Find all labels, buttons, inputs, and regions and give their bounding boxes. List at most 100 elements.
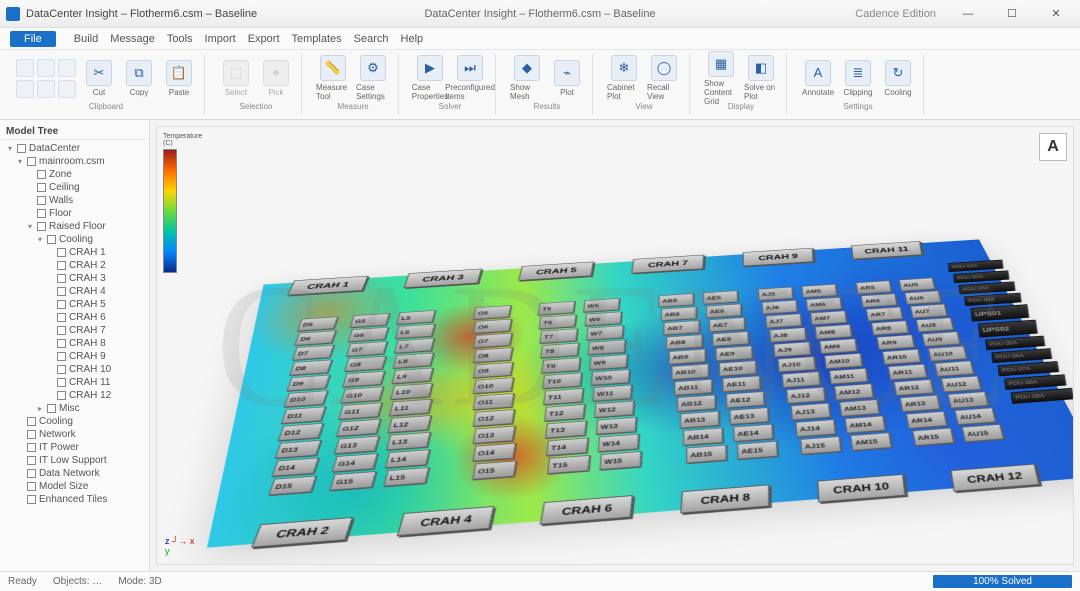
rack-unit[interactable]: D11 <box>281 406 326 423</box>
rack-unit[interactable]: D7 <box>292 345 335 361</box>
tree-checkbox[interactable] <box>27 430 36 439</box>
rack-unit[interactable]: AM5 <box>801 284 837 298</box>
rack-unit[interactable]: G5 <box>349 313 390 328</box>
rack-unit[interactable]: AE15 <box>737 441 778 460</box>
rack-unit[interactable]: AB14 <box>683 428 723 446</box>
rack-unit[interactable]: G10 <box>340 386 384 403</box>
tree-node[interactable]: ▾mainroom.csm <box>6 155 147 168</box>
rack-unit[interactable]: W6 <box>585 312 622 327</box>
rack-unit[interactable]: AE8 <box>712 331 749 346</box>
rack-unit[interactable]: L7 <box>394 338 435 353</box>
rack-unit[interactable]: W11 <box>592 385 632 402</box>
rack-unit[interactable]: AB9 <box>668 349 705 365</box>
tree-node[interactable]: CRAH 3 <box>6 272 147 285</box>
rack-unit[interactable]: AB8 <box>666 334 703 349</box>
rack-unit[interactable]: AU12 <box>941 376 982 393</box>
tree-node[interactable]: CRAH 6 <box>6 311 147 324</box>
rack-unit[interactable]: D8 <box>289 360 332 376</box>
tree-node[interactable]: Ceiling <box>6 181 147 194</box>
pdu-unit[interactable]: PDU 02A <box>953 270 1009 283</box>
tree-checkbox[interactable] <box>27 469 36 478</box>
tree-node[interactable]: ▾DataCenter <box>6 142 147 155</box>
rack-unit[interactable]: G8 <box>344 356 386 372</box>
tree-checkbox[interactable] <box>57 378 66 387</box>
tree-node[interactable]: Zone <box>6 168 147 181</box>
rack-unit[interactable]: AR8 <box>871 320 909 335</box>
tree-checkbox[interactable] <box>37 209 46 218</box>
rack-unit[interactable]: AU13 <box>947 391 988 408</box>
pdu-unit[interactable]: PDU 07A <box>998 361 1060 376</box>
rack-unit[interactable]: D13 <box>275 440 322 459</box>
ribbon-smallicon[interactable] <box>58 59 76 77</box>
rack-unit[interactable]: AM13 <box>839 399 880 416</box>
tree-checkbox[interactable] <box>37 196 46 205</box>
close-button[interactable]: ✕ <box>1038 5 1074 23</box>
menu-help[interactable]: Help <box>401 33 424 45</box>
tree-checkbox[interactable] <box>27 157 36 166</box>
menu-import[interactable]: Import <box>205 33 236 45</box>
rack-unit[interactable]: L6 <box>395 324 435 339</box>
rack-unit[interactable]: AM12 <box>834 383 874 400</box>
tree-checkbox[interactable] <box>57 274 66 283</box>
rack-unit[interactable]: AE5 <box>703 290 738 304</box>
rack-unit[interactable]: AR10 <box>882 349 921 365</box>
rack-unit[interactable]: AJ5 <box>758 287 794 301</box>
rack-unit[interactable]: T14 <box>546 437 588 455</box>
tree-node[interactable]: CRAH 9 <box>6 350 147 363</box>
ribbon-annotate[interactable]: AAnnotate <box>801 60 835 97</box>
ribbon-preconfigured-items[interactable]: ⏭Preconfigured Items <box>453 55 487 101</box>
tree-checkbox[interactable] <box>27 495 36 504</box>
rack-unit[interactable]: O7 <box>473 333 513 348</box>
rack-unit[interactable]: W12 <box>594 401 634 418</box>
tree-checkbox[interactable] <box>47 235 56 244</box>
rack-unit[interactable]: AE12 <box>726 391 765 408</box>
tree-checkbox[interactable] <box>37 222 46 231</box>
tree-node[interactable]: ▾Raised Floor <box>6 220 147 233</box>
maximize-button[interactable]: ☐ <box>994 5 1030 23</box>
pdu-unit[interactable]: PDU 04A <box>964 293 1021 306</box>
ribbon-copy[interactable]: ⧉Copy <box>122 60 156 97</box>
rack-unit[interactable]: AE9 <box>715 346 752 362</box>
rack-unit[interactable]: O11 <box>472 393 514 410</box>
tree-node[interactable]: Enhanced Tiles <box>6 493 147 506</box>
tree-checkbox[interactable] <box>57 339 66 348</box>
rack-unit[interactable]: AJ14 <box>795 419 836 437</box>
rack-unit[interactable]: AR11 <box>888 364 928 380</box>
rack-unit[interactable]: O10 <box>473 377 514 394</box>
rack-unit[interactable]: D5 <box>297 316 338 331</box>
rack-unit[interactable]: D14 <box>271 458 319 477</box>
rack-unit[interactable]: D10 <box>284 390 329 407</box>
rack-unit[interactable]: AU5 <box>899 278 936 292</box>
rack-unit[interactable]: AE7 <box>709 317 745 332</box>
rack-unit[interactable]: AJ13 <box>791 403 831 420</box>
tree-node[interactable]: Network <box>6 428 147 441</box>
rack-unit[interactable]: O5 <box>473 305 512 319</box>
ribbon-smallicon[interactable] <box>16 80 34 98</box>
tree-checkbox[interactable] <box>57 248 66 257</box>
rack-unit[interactable]: G12 <box>336 419 381 437</box>
rack-unit[interactable]: AU10 <box>928 346 967 362</box>
rack-unit[interactable]: AJ10 <box>777 356 815 372</box>
tree-node[interactable]: Walls <box>6 194 147 207</box>
rack-unit[interactable]: L8 <box>392 353 434 369</box>
rack-unit[interactable]: AB5 <box>658 293 694 307</box>
rack-unit[interactable]: AR13 <box>900 395 941 412</box>
tree-node[interactable]: CRAH 7 <box>6 324 147 337</box>
rack-unit[interactable]: AR9 <box>876 335 914 350</box>
rack-unit[interactable]: AE14 <box>733 424 773 442</box>
rack-unit[interactable]: AU14 <box>954 407 996 425</box>
rack-unit[interactable]: O13 <box>472 426 515 444</box>
rack-unit[interactable]: G13 <box>334 436 380 454</box>
tree-checkbox[interactable] <box>37 183 46 192</box>
rack-unit[interactable]: W7 <box>586 325 624 340</box>
pdu-unit[interactable]: PDU 05A <box>985 336 1045 350</box>
tree-checkbox[interactable] <box>57 365 66 374</box>
rack-unit[interactable]: L14 <box>385 449 430 468</box>
rack-unit[interactable]: G11 <box>338 402 382 419</box>
rack-unit[interactable]: AJ8 <box>769 327 806 342</box>
tree-node[interactable]: CRAH 4 <box>6 285 147 298</box>
tree-checkbox[interactable] <box>47 404 56 413</box>
rack-unit[interactable]: AU6 <box>904 291 941 305</box>
tree-node[interactable]: IT Power <box>6 441 147 454</box>
rack-unit[interactable]: T5 <box>538 301 575 315</box>
